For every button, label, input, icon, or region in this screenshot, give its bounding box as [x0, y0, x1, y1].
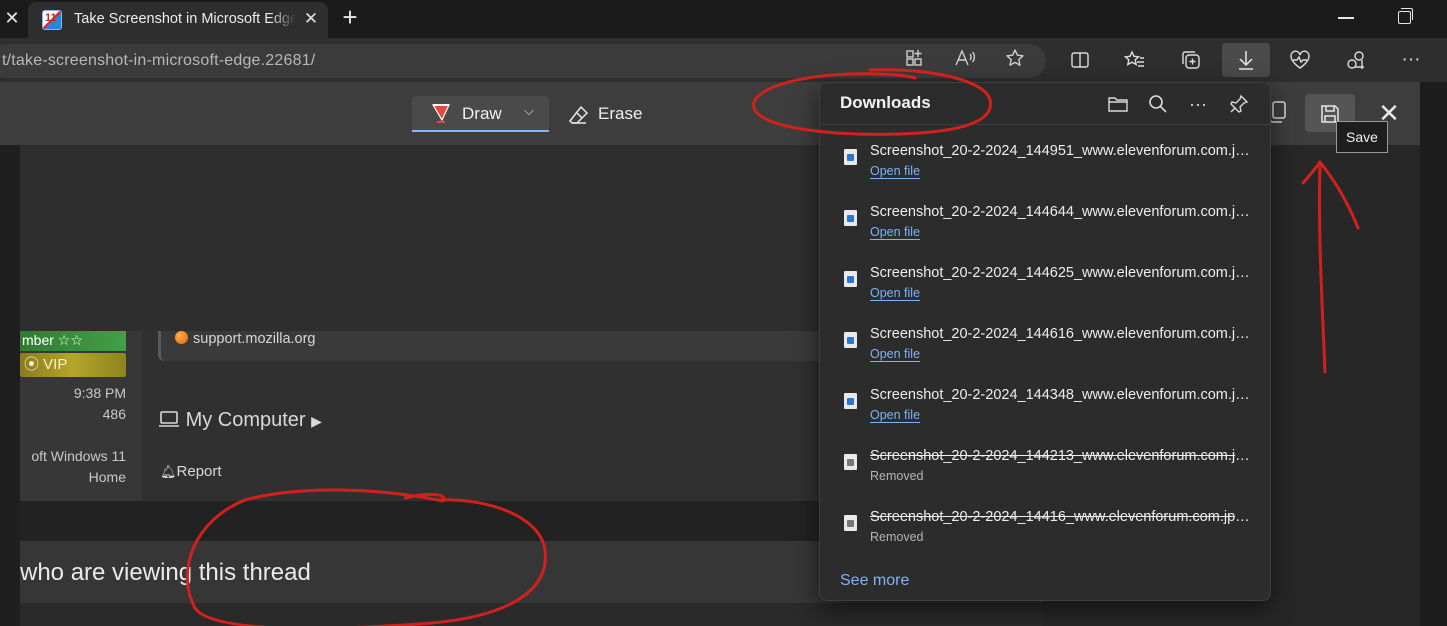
draw-button[interactable]: Draw ⌵ — [412, 96, 549, 132]
tab-favicon-icon: 11 — [42, 10, 62, 30]
new-tab-plus-icon[interactable]: + — [336, 4, 364, 32]
link-preview-text[interactable]: support.mozilla.org — [175, 331, 316, 347]
scrollbar-track[interactable] — [1420, 82, 1447, 626]
favorites-icon[interactable] — [1117, 43, 1153, 77]
downloads-header: Downloads ··· — [820, 83, 1270, 125]
left-gutter — [0, 145, 20, 626]
app-available-icon[interactable] — [901, 48, 927, 74]
read-aloud-icon[interactable] — [952, 48, 978, 74]
image-file-icon — [844, 393, 857, 409]
link-source: support.mozilla.org — [193, 331, 316, 347]
user-time: 9:38 PM — [73, 385, 126, 401]
downloads-title: Downloads — [840, 93, 931, 112]
address-url[interactable]: t/take-screenshot-in-microsoft-edge.2268… — [2, 52, 315, 70]
search-icon[interactable] — [1145, 91, 1171, 117]
download-item[interactable]: Screenshot_20-2-2024_144625_www.elevenfo… — [820, 261, 1270, 321]
eraser-icon — [568, 105, 589, 124]
download-file-name[interactable]: Screenshot_20-2-2024_144951_www.elevenfo… — [870, 143, 1250, 159]
restore-icon[interactable] — [1398, 8, 1413, 24]
download-item[interactable]: Screenshot_20-2-2024_14416_www.elevenfor… — [820, 505, 1270, 565]
download-file-name: Screenshot_20-2-2024_14416_www.elevenfor… — [870, 509, 1250, 525]
caret-right-icon: ▶ — [311, 413, 322, 429]
user-info-column: mber ☆☆ ⦿ VIP 9:38 PM 486 oft Windows 11… — [20, 331, 142, 501]
open-file-link[interactable]: Open file — [870, 286, 921, 301]
firefox-icon — [175, 331, 188, 344]
image-file-icon — [844, 515, 857, 531]
open-file-link[interactable]: Open file — [870, 347, 921, 362]
image-file-icon — [844, 332, 857, 348]
navigation-bar: t/take-screenshot-in-microsoft-edge.2268… — [0, 38, 1447, 82]
download-file-name[interactable]: Screenshot_20-2-2024_144625_www.elevenfo… — [870, 265, 1250, 281]
viewing-thread-heading: who are viewing this thread — [20, 559, 311, 586]
pen-icon — [431, 104, 450, 123]
pin-icon[interactable] — [1226, 91, 1252, 117]
address-bar[interactable]: t/take-screenshot-in-microsoft-edge.2268… — [0, 44, 1046, 78]
download-status-removed: Removed — [870, 530, 924, 544]
more-menu-icon[interactable]: ··· — [1393, 43, 1429, 77]
tab-title: Take Screenshot in Microsoft Edge — [74, 11, 296, 27]
see-more-link[interactable]: See more — [840, 572, 909, 590]
favorite-star-icon[interactable] — [1002, 48, 1028, 74]
report-link[interactable]: 🔔︎Report — [160, 463, 222, 480]
download-item[interactable]: Screenshot_20-2-2024_144616_www.elevenfo… — [820, 322, 1270, 382]
download-item[interactable]: Screenshot_20-2-2024_144348_www.elevenfo… — [820, 383, 1270, 443]
chevron-down-icon[interactable]: ⌵ — [524, 103, 534, 119]
image-file-icon — [844, 454, 857, 470]
tab-close-icon[interactable]: ✕ — [300, 8, 322, 30]
save-tooltip: Save — [1336, 121, 1388, 153]
vip-label: VIP — [43, 356, 68, 373]
downloads-panel: Downloads ··· Screenshot_20-2-2024_14495… — [819, 82, 1271, 601]
image-file-icon — [844, 210, 857, 226]
erase-label: Erase — [598, 104, 643, 123]
member-badge: mber ☆☆ — [20, 331, 126, 351]
bell-icon: 🔔︎ — [160, 464, 177, 479]
page-bottom — [20, 603, 1043, 626]
erase-button[interactable]: Erase — [562, 96, 652, 132]
user-post-count: 486 — [102, 406, 126, 422]
vip-badge: ⦿ VIP — [20, 353, 126, 377]
collections-icon[interactable] — [1173, 43, 1209, 77]
folder-icon[interactable] — [1105, 91, 1131, 117]
downloads-icon[interactable] — [1222, 43, 1270, 77]
report-label: Report — [176, 463, 222, 480]
close-icon[interactable]: ✕ — [0, 0, 24, 38]
download-file-name[interactable]: Screenshot_20-2-2024_144644_www.elevenfo… — [870, 204, 1250, 220]
open-file-link[interactable]: Open file — [870, 164, 921, 179]
open-file-link[interactable]: Open file — [870, 408, 921, 423]
laptop-icon — [159, 411, 179, 427]
download-file-name[interactable]: Screenshot_20-2-2024_144616_www.elevenfo… — [870, 326, 1250, 342]
download-file-name: Screenshot_20-2-2024_144213_www.elevenfo… — [870, 448, 1250, 464]
download-file-name[interactable]: Screenshot_20-2-2024_144348_www.elevenfo… — [870, 387, 1250, 403]
my-computer-label: My Computer — [185, 409, 306, 431]
more-options-icon[interactable]: ··· — [1185, 91, 1211, 117]
image-file-icon — [844, 149, 857, 165]
user-os-line2: Home — [88, 469, 126, 485]
my-computer-toggle[interactable]: My Computer ▶ — [158, 409, 322, 432]
image-file-icon — [844, 271, 857, 287]
split-screen-icon[interactable] — [1062, 43, 1098, 77]
link-preview[interactable]: support.mozilla.org — [158, 331, 858, 361]
open-file-link[interactable]: Open file — [870, 225, 921, 240]
user-os-line1: oft Windows 11 — [31, 448, 126, 464]
copilot-icon[interactable] — [1338, 43, 1374, 77]
draw-label: Draw — [462, 104, 502, 123]
download-status-removed: Removed — [870, 469, 924, 483]
download-item[interactable]: Screenshot_20-2-2024_144644_www.elevenfo… — [820, 200, 1270, 260]
title-bar: ✕ 11 Take Screenshot in Microsoft Edge ✕… — [0, 0, 1447, 38]
tab-active[interactable]: 11 Take Screenshot in Microsoft Edge ✕ — [28, 2, 328, 38]
browser-essentials-icon[interactable] — [1282, 43, 1318, 77]
minimize-icon[interactable] — [1338, 17, 1354, 19]
download-item[interactable]: Screenshot_20-2-2024_144951_www.elevenfo… — [820, 139, 1270, 199]
download-item[interactable]: Screenshot_20-2-2024_144213_www.elevenfo… — [820, 444, 1270, 504]
